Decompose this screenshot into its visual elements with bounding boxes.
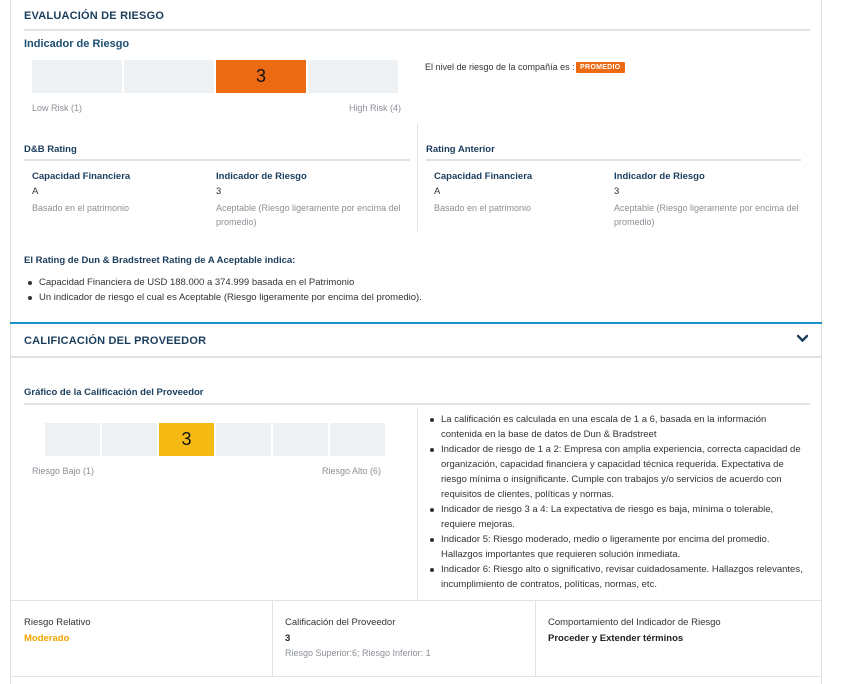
- section-rule: [24, 29, 810, 31]
- risk-bar-cell-4: [308, 60, 398, 93]
- summary-heading: El Rating de Dun & Bradstreet Rating de …: [24, 255, 296, 266]
- dnb-capacidad-value: A: [32, 186, 39, 197]
- anterior-indicador-desc-1: Aceptable (Riesgo ligeramente por encima…: [614, 203, 799, 213]
- risk-bar-cell-active: 3: [216, 60, 306, 93]
- dnb-indicador-label: Indicador de Riesgo: [216, 171, 307, 182]
- dnb-rule: [24, 159, 410, 161]
- provider-bar-cell-active: 3: [159, 423, 214, 456]
- row-divider: [11, 676, 821, 677]
- indicator-title: Indicador de Riesgo: [24, 38, 130, 50]
- comportamiento-value: Proceder y Extender términos: [548, 633, 684, 644]
- info-item: Indicador de riesgo de 1 a 2: Empresa co…: [426, 442, 804, 502]
- anterior-capacidad-desc: Basado en el patrimonio: [434, 203, 532, 213]
- anterior-indicador-label: Indicador de Riesgo: [614, 171, 705, 182]
- risk-bar-cell-2: [124, 60, 214, 93]
- summary-item: Un indicador de riesgo el cual es Acepta…: [24, 290, 804, 305]
- chart-rule: [24, 403, 810, 405]
- provider-bar-cell-6: [330, 423, 385, 456]
- risk-bar: 3: [32, 60, 398, 93]
- info-item: La calificación es calculada en una esca…: [426, 412, 804, 442]
- info-list: La calificación es calculada en una esca…: [426, 412, 804, 592]
- high-risk-label: High Risk (4): [349, 103, 402, 113]
- provider-bar-cell-4: [216, 423, 271, 456]
- risk-level-badge: PROMEDIO: [576, 62, 625, 73]
- row-divider: [272, 600, 273, 676]
- anterior-capacidad-label: Capacidad Financiera: [434, 171, 533, 182]
- risk-bar-cell-1: [32, 60, 122, 93]
- riesgo-relativo-value: Moderado: [24, 633, 70, 644]
- riesgo-alto-label: Riesgo Alto (6): [322, 466, 382, 476]
- rating-anterior-title: Rating Anterior: [426, 144, 495, 155]
- dnb-indicador-desc-2: promedio): [216, 217, 257, 227]
- calificacion-sub: Riesgo Superior:6; Riesgo Inferior: 1: [285, 648, 431, 658]
- provider-bar: 3: [45, 423, 385, 456]
- dnb-indicador-value: 3: [216, 186, 222, 197]
- section-title-proveedor: CALIFICACIÓN DEL PROVEEDOR: [24, 335, 207, 347]
- info-item: Indicador 6: Riesgo alto o significativo…: [426, 562, 804, 592]
- anterior-rule: [426, 159, 801, 161]
- summary-list: Capacidad Financiera de USD 188.000 a 37…: [24, 275, 804, 305]
- dnb-rating-title: D&B Rating: [24, 144, 77, 155]
- row-divider: [535, 600, 536, 676]
- column-divider: [417, 407, 418, 600]
- risk-level-text: El nivel de riesgo de la compañía es :: [425, 62, 575, 72]
- provider-bar-cell-1: [45, 423, 100, 456]
- chevron-down-icon[interactable]: [796, 332, 809, 346]
- anterior-indicador-desc-2: promedio): [614, 217, 655, 227]
- section-rule: [11, 356, 821, 358]
- section-title-riesgo: EVALUACIÓN DE RIESGO: [24, 10, 165, 22]
- info-item: Indicador de riesgo 3 a 4: La expectativ…: [426, 502, 804, 532]
- dnb-indicador-desc-1: Aceptable (Riesgo ligeramente por encima…: [216, 203, 401, 213]
- dnb-capacidad-label: Capacidad Financiera: [32, 171, 131, 182]
- provider-bar-cell-5: [273, 423, 328, 456]
- anterior-indicador-value: 3: [614, 186, 620, 197]
- section-accent-bar: [10, 322, 822, 324]
- chart-title: Gráfico de la Calificación del Proveedor: [24, 387, 204, 398]
- calificacion-label: Calificación del Proveedor: [285, 617, 396, 628]
- anterior-capacidad-value: A: [434, 186, 441, 197]
- summary-item: Capacidad Financiera de USD 188.000 a 37…: [24, 275, 804, 290]
- calificacion-value: 3: [285, 633, 291, 644]
- provider-bar-cell-2: [102, 423, 157, 456]
- comportamiento-label: Comportamiento del Indicador de Riesgo: [548, 617, 721, 628]
- row-divider: [11, 600, 821, 601]
- riesgo-bajo-label: Riesgo Bajo (1): [32, 466, 95, 476]
- low-risk-label: Low Risk (1): [32, 103, 83, 113]
- column-divider: [417, 124, 418, 231]
- info-item: Indicador 5: Riesgo moderado, medio o li…: [426, 532, 804, 562]
- dnb-capacidad-desc: Basado en el patrimonio: [32, 203, 130, 213]
- riesgo-relativo-label: Riesgo Relativo: [24, 617, 91, 628]
